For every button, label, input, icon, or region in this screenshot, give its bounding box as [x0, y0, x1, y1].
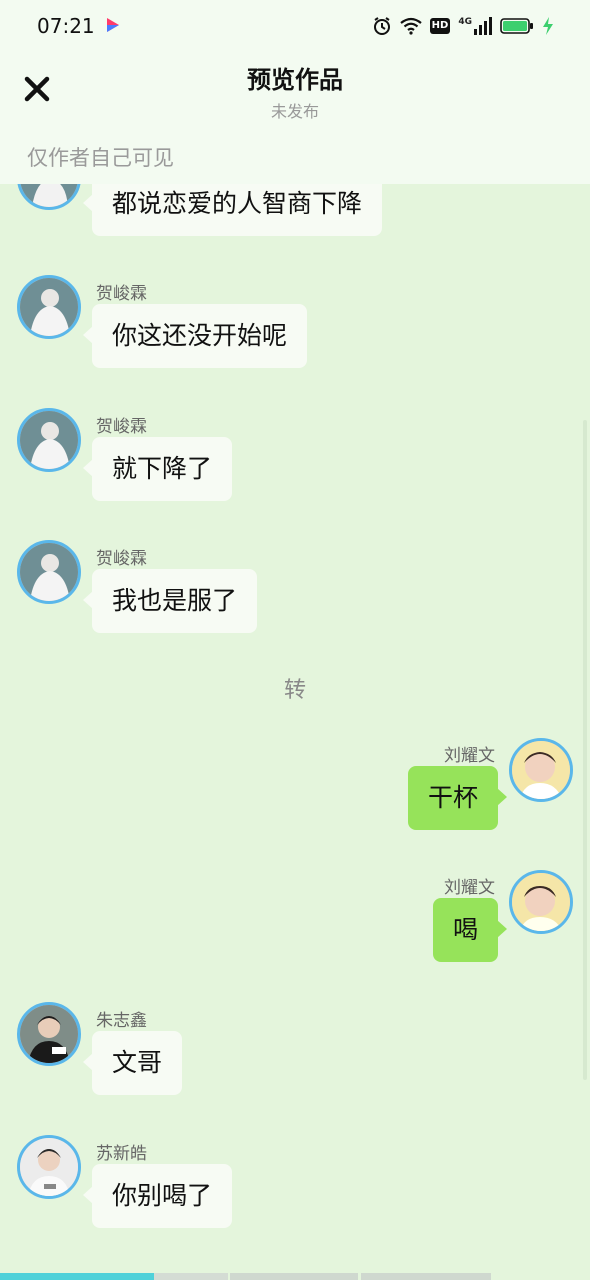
avatar-liuyaowen[interactable]: [509, 870, 573, 934]
sender-name: 刘耀文: [444, 746, 495, 766]
message-bubble[interactable]: 文哥: [82, 1031, 183, 1095]
sender-name: 刘耀文: [444, 878, 495, 898]
avatar-suxinhao[interactable]: [17, 1135, 81, 1199]
wifi-icon: [399, 17, 422, 35]
status-icons: HD 4G: [372, 14, 554, 38]
signal-4g-icon: 4G: [458, 17, 492, 35]
avatar-zhuzhixin[interactable]: [17, 1002, 81, 1066]
page-title: 预览作品: [247, 66, 343, 94]
battery-icon: [500, 18, 533, 34]
avatar-hejunlin[interactable]: [17, 408, 81, 472]
avatar-liuyaowen[interactable]: [509, 738, 573, 802]
center-note: 转: [283, 678, 306, 703]
sender-name: 苏新皓: [96, 1144, 147, 1164]
status-time: 07:21: [37, 14, 95, 38]
page-subtitle: 未发布: [270, 102, 319, 121]
sender-name: 贺峻霖: [96, 284, 147, 304]
avatar-hejunlin[interactable]: [17, 275, 81, 339]
hd-icon: HD: [429, 18, 451, 34]
message-bubble[interactable]: 干杯: [407, 766, 508, 830]
sender-name: 贺峻霖: [96, 549, 147, 569]
status-bar: 07:21 HD 4G: [0, 0, 590, 52]
message-bubble[interactable]: 你这还没开始呢: [82, 304, 308, 368]
app-icon: [107, 18, 119, 32]
network-label: 4G: [458, 17, 472, 27]
sender-name: 贺峻霖: [96, 417, 147, 437]
message-bubble[interactable]: 就下降了: [82, 437, 233, 501]
alarm-icon: [373, 17, 390, 35]
message-bubble[interactable]: 你别喝了: [82, 1164, 233, 1228]
chat-area[interactable]: 都说恋爱的人智商下降 贺峻霖 你这还没开始呢 贺峻霖 就下降了 贺峻霖 我也是服…: [0, 0, 590, 1280]
scrollbar[interactable]: [583, 420, 587, 1080]
charging-icon: [543, 17, 553, 35]
message-bubble[interactable]: 我也是服了: [82, 569, 258, 633]
message-bubble[interactable]: 喝: [432, 898, 508, 962]
sender-name: 朱志鑫: [96, 1011, 147, 1031]
avatar-hejunlin[interactable]: [17, 540, 81, 604]
header: 07:21 HD 4G 预览作品 未发布 仅作者自己可见: [0, 0, 590, 184]
visibility-note: 仅作者自己可见: [27, 146, 174, 170]
